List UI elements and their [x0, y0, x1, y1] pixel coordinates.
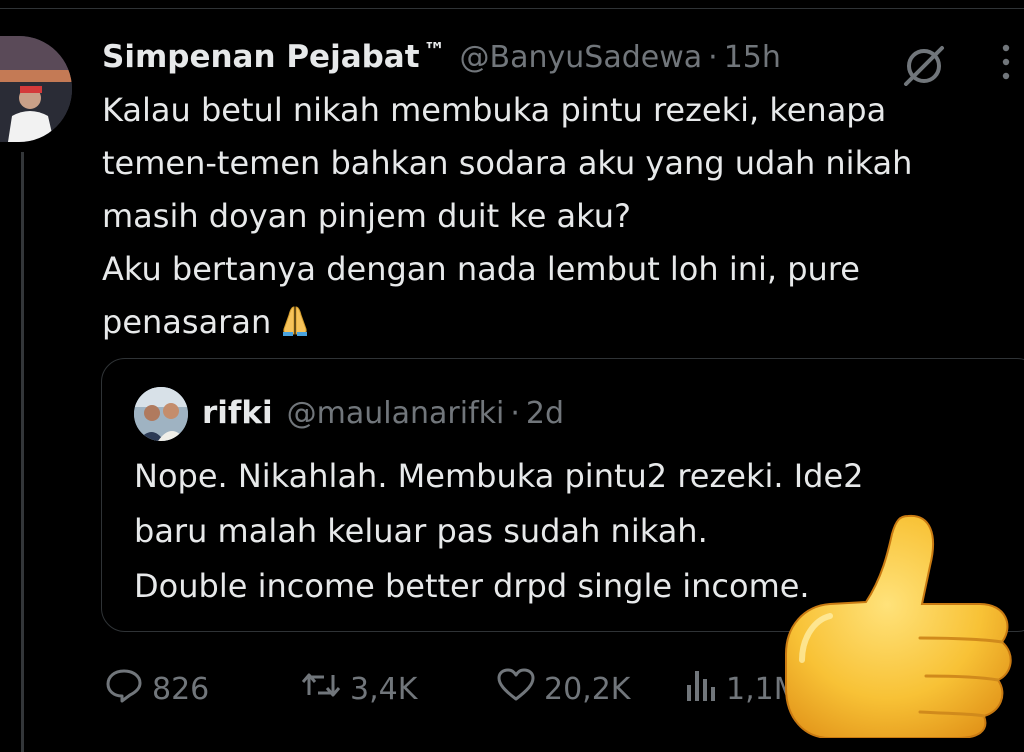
quoted-header: rifki @maulanarifki · 2d: [202, 391, 564, 435]
like-button[interactable]: 20,2K: [496, 664, 630, 714]
folded-hands-emoji: [277, 300, 313, 336]
quoted-author-handle[interactable]: @maulanarifki: [287, 396, 505, 431]
reply-count: 826: [152, 671, 210, 707]
quoted-author-avatar[interactable]: [134, 387, 188, 441]
thumbs-up-sticker: [770, 508, 1024, 739]
author-handle[interactable]: @BanyuSadewa: [460, 40, 703, 75]
tweet-text-content: Kalau betul nikah membuka pintu rezeki, …: [102, 91, 913, 341]
quoted-time[interactable]: 2d: [526, 396, 564, 431]
author-name[interactable]: Simpenan Pejabat: [102, 39, 420, 75]
more-icon[interactable]: [996, 40, 1016, 84]
repost-button[interactable]: 3,4K: [300, 664, 417, 714]
views-icon: [684, 667, 726, 711]
grok-icon[interactable]: [900, 42, 948, 86]
quoted-separator-dot: ·: [510, 395, 520, 431]
top-divider: [0, 8, 1024, 9]
reply-button[interactable]: 826: [104, 664, 209, 714]
reply-icon: [104, 667, 152, 711]
thread-line: [21, 152, 24, 752]
author-avatar[interactable]: [0, 36, 72, 142]
tweet-header: Simpenan Pejabat ™ @BanyuSadewa · 15h: [102, 34, 781, 80]
trademark-symbol: ™: [423, 38, 446, 64]
tweet-text: Kalau betul nikah membuka pintu rezeki, …: [102, 84, 1002, 349]
like-icon: [496, 667, 544, 711]
repost-icon: [300, 667, 350, 711]
quoted-author-name[interactable]: rifki: [202, 395, 273, 431]
separator-dot: ·: [708, 39, 718, 75]
repost-count: 3,4K: [350, 671, 418, 707]
like-count: 20,2K: [544, 671, 631, 707]
tweet-time[interactable]: 15h: [724, 40, 781, 75]
